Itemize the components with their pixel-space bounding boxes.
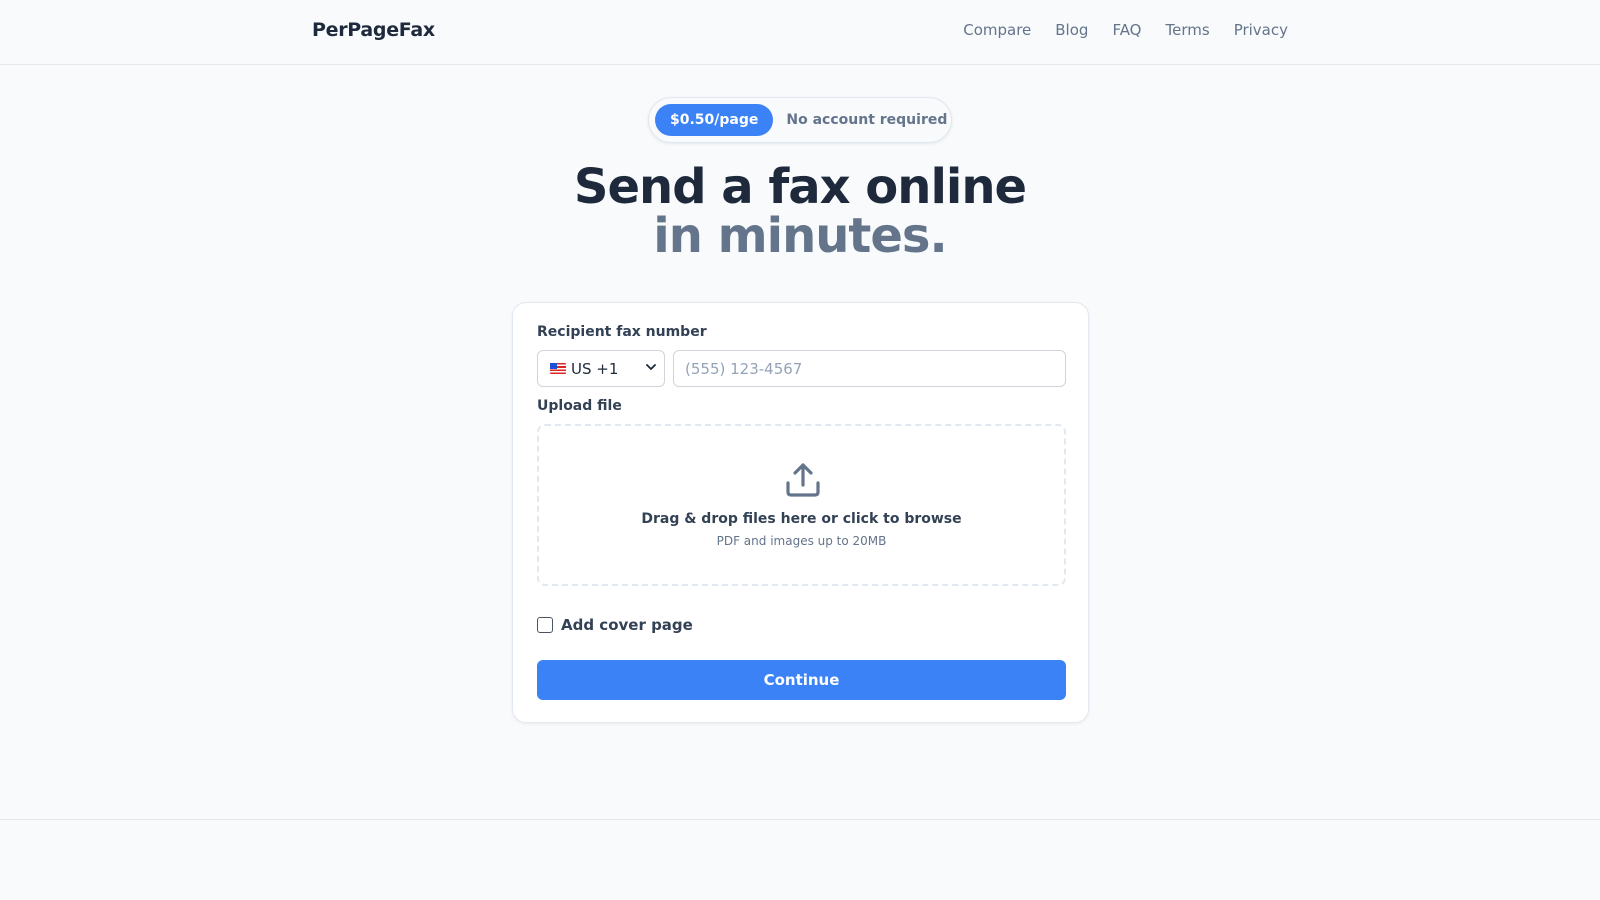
file-dropzone[interactable]: Drag & drop files here or click to brows…	[537, 424, 1066, 586]
upload-icon	[783, 459, 823, 499]
country-code-select[interactable]: US +1	[537, 350, 665, 387]
logo[interactable]: PerPageFax	[312, 19, 435, 41]
continue-button[interactable]: Continue	[537, 660, 1066, 700]
upload-file-label: Upload file	[537, 398, 622, 414]
fax-form-card: Recipient fax number US +1 Upload file D…	[512, 302, 1089, 723]
main-nav: Compare Blog FAQ Terms Privacy	[963, 21, 1288, 39]
nav-link-blog[interactable]: Blog	[1055, 21, 1088, 39]
cover-page-option: Add cover page	[537, 616, 693, 634]
no-account-note: No account required	[786, 112, 948, 128]
recipient-fax-label: Recipient fax number	[537, 324, 707, 340]
pricing-pill: $0.50/page No account required	[648, 97, 952, 143]
footer-divider	[0, 819, 1600, 820]
dropzone-title: Drag & drop files here or click to brows…	[641, 511, 962, 527]
nav-link-faq[interactable]: FAQ	[1112, 21, 1141, 39]
headline-line-1: Send a fax online	[573, 159, 1027, 215]
site-header: PerPageFax Compare Blog FAQ Terms Privac…	[0, 0, 1600, 65]
nav-link-terms[interactable]: Terms	[1166, 21, 1210, 39]
chevron-down-icon	[646, 361, 656, 375]
country-code-value: US +1	[571, 359, 619, 378]
cover-page-checkbox[interactable]	[537, 617, 553, 633]
cover-page-label[interactable]: Add cover page	[561, 616, 693, 634]
nav-link-compare[interactable]: Compare	[963, 21, 1031, 39]
fax-number-input[interactable]	[673, 350, 1066, 387]
nav-link-privacy[interactable]: Privacy	[1234, 21, 1288, 39]
price-badge: $0.50/page	[655, 104, 774, 136]
us-flag-icon	[550, 363, 566, 374]
headline-line-2: in minutes.	[653, 208, 947, 264]
page-title: Send a fax online in minutes.	[0, 162, 1600, 260]
dropzone-subtitle: PDF and images up to 20MB	[716, 534, 887, 548]
